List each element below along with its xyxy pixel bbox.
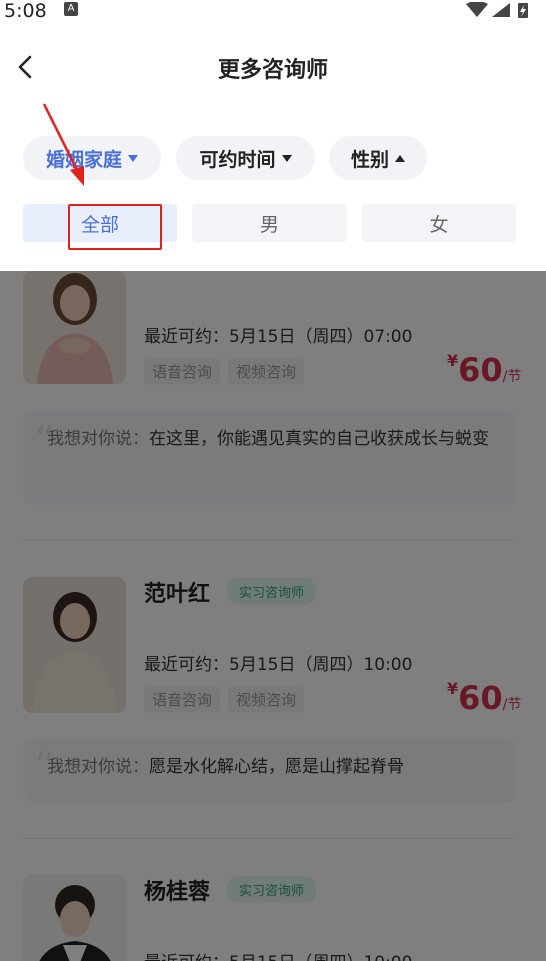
gender-option-female[interactable]: 女 [362,204,516,242]
signal-icon [492,3,510,17]
status-icons [466,2,528,18]
gender-option-male[interactable]: 男 [192,204,347,242]
annotation-arrow [42,103,84,186]
wifi-icon [466,2,488,17]
caret-down-icon [128,154,138,162]
page-title: 更多咨询师 [217,58,328,83]
filter-time[interactable]: 可约时间 [176,136,315,180]
caret-down-icon [281,154,292,162]
filter-gender[interactable]: 性别 [329,136,427,180]
notification-icon: A [64,2,78,16]
status-time: 5:08 [4,0,47,22]
filter-time-label: 可约时间 [199,148,276,171]
annotation-highlight-box [68,204,162,250]
caret-up-icon [395,154,405,162]
filter-gender-label: 性别 [350,148,389,171]
dropdown-backdrop[interactable] [0,271,546,961]
